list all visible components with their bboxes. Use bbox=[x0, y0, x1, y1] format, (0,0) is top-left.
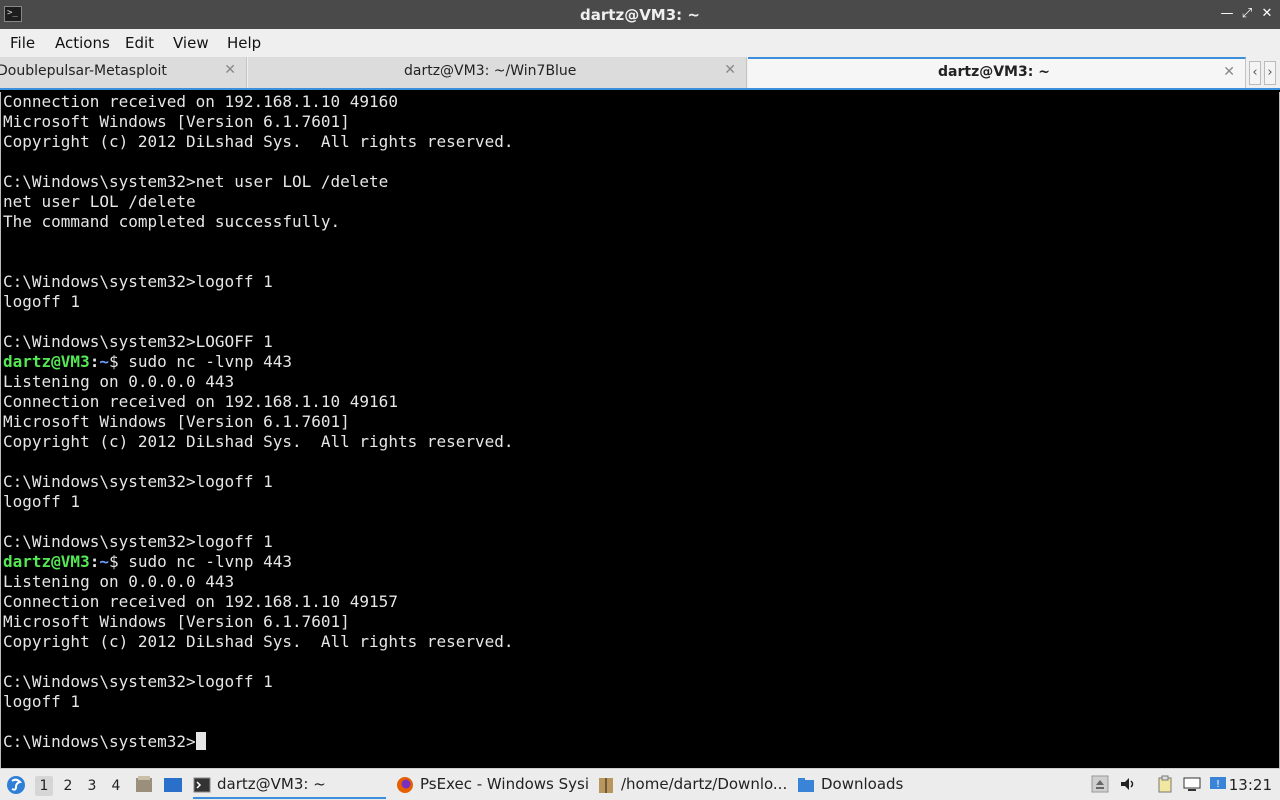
terminal-line: C:\Windows\system32>logoff 1 bbox=[3, 472, 273, 491]
tab-close-icon[interactable]: ✕ bbox=[224, 62, 236, 78]
maximize-icon[interactable]: ⤢ bbox=[1238, 5, 1256, 23]
task-firefox[interactable]: PsExec - Windows Sysi... bbox=[396, 771, 588, 799]
text-cursor bbox=[195, 732, 206, 750]
terminal-output[interactable]: Connection received on 192.168.1.10 4916… bbox=[0, 92, 1280, 768]
terminal-line: C:\Windows\system32>LOGOFF 1 bbox=[3, 332, 273, 351]
task-label: PsExec - Windows Sysi... bbox=[420, 775, 588, 793]
terminal-line: Connection received on 192.168.1.10 4915… bbox=[3, 592, 398, 611]
menu-actions[interactable]: Actions bbox=[55, 34, 110, 52]
prompt-path: ~ bbox=[99, 352, 109, 371]
terminal-line: net user LOL /delete bbox=[3, 192, 196, 211]
terminal-line: Copyright (c) 2012 DiLshad Sys. All righ… bbox=[3, 432, 514, 451]
tab-home[interactable]: dartz@VM3: ~ ✕ bbox=[748, 57, 1246, 88]
terminal-line: C:\Windows\system32> bbox=[3, 732, 206, 752]
tab-label: Doublepulsar-Metasploit bbox=[0, 63, 167, 79]
network-icon[interactable] bbox=[1183, 775, 1201, 793]
menu-file[interactable]: File bbox=[10, 34, 35, 52]
tab-label: dartz@VM3: ~/Win7Blue bbox=[404, 63, 577, 79]
update-icon[interactable]: ! bbox=[1209, 775, 1227, 793]
clipboard-icon[interactable] bbox=[1156, 775, 1174, 793]
terminal-line: Microsoft Windows [Version 6.1.7601] bbox=[3, 412, 350, 431]
archive-icon bbox=[597, 776, 615, 794]
minimize-icon[interactable]: — bbox=[1218, 5, 1236, 23]
prompt-separator: : bbox=[89, 552, 100, 571]
workspace-3[interactable]: 3 bbox=[83, 776, 101, 796]
tab-doublepulsar[interactable]: Doublepulsar-Metasploit ✕ bbox=[0, 57, 247, 88]
terminal-line: C:\Windows\system32>logoff 1 bbox=[3, 672, 273, 691]
terminal-line: logoff 1 bbox=[3, 292, 81, 311]
eject-icon[interactable] bbox=[1091, 775, 1109, 793]
menu-edit[interactable]: Edit bbox=[125, 34, 154, 52]
tab-win7blue[interactable]: dartz@VM3: ~/Win7Blue ✕ bbox=[248, 57, 747, 88]
menu-view[interactable]: View bbox=[173, 34, 209, 52]
prompt-text: C:\Windows\system32> bbox=[3, 732, 196, 751]
terminal-line: Listening on 0.0.0.0 443 bbox=[3, 372, 235, 391]
prompt-user: dartz@VM3 bbox=[3, 552, 90, 571]
task-label: /home/dartz/Downlo... bbox=[621, 775, 787, 793]
menu-bar: File Actions Edit View Help bbox=[0, 29, 1280, 57]
taskbar: 1 2 3 4 dartz@VM3: ~ PsExec - Windows Sy… bbox=[0, 768, 1280, 800]
tab-label: dartz@VM3: ~ bbox=[938, 64, 1050, 80]
prompt-path: ~ bbox=[99, 552, 109, 571]
terminal-line: Connection received on 192.168.1.10 4916… bbox=[3, 392, 398, 411]
tab-bar: Doublepulsar-Metasploit ✕ dartz@VM3: ~/W… bbox=[0, 57, 1280, 90]
tab-scroll-right-icon[interactable]: › bbox=[1264, 61, 1276, 85]
terminal-line: The command completed successfully. bbox=[3, 212, 341, 231]
file-manager-launcher-icon[interactable] bbox=[134, 769, 154, 800]
task-archive[interactable]: /home/dartz/Downlo... bbox=[597, 771, 787, 799]
close-icon[interactable]: ✕ bbox=[1258, 5, 1276, 23]
terminal-line: C:\Windows\system32>logoff 1 bbox=[3, 532, 273, 551]
title-bar: >_ dartz@VM3: ~ — ⤢ ✕ bbox=[0, 0, 1280, 29]
firefox-icon bbox=[396, 776, 414, 794]
task-downloads[interactable]: Downloads bbox=[797, 771, 907, 799]
tab-close-icon[interactable]: ✕ bbox=[1223, 64, 1235, 80]
terminal-line: C:\Windows\system32>net user LOL /delete bbox=[3, 172, 389, 191]
show-desktop-icon[interactable] bbox=[162, 769, 184, 800]
volume-icon[interactable] bbox=[1119, 775, 1137, 793]
terminal-line: Connection received on 192.168.1.10 4916… bbox=[3, 92, 398, 111]
prompt-command: $ sudo nc -lvnp 443 bbox=[108, 552, 293, 571]
task-label: dartz@VM3: ~ bbox=[217, 775, 326, 793]
svg-text:!: ! bbox=[1216, 779, 1220, 790]
prompt-user: dartz@VM3 bbox=[3, 352, 90, 371]
terminal-line: dartz@VM3:~$ sudo nc -lvnp 443 bbox=[3, 552, 292, 572]
prompt-separator: : bbox=[89, 352, 100, 371]
terminal-line: logoff 1 bbox=[3, 492, 81, 511]
terminal-line: Copyright (c) 2012 DiLshad Sys. All righ… bbox=[3, 132, 514, 151]
terminal-line: Listening on 0.0.0.0 443 bbox=[3, 572, 235, 591]
window-title: dartz@VM3: ~ bbox=[580, 6, 700, 24]
clock: 13:21 bbox=[1228, 776, 1272, 794]
terminal-line: Copyright (c) 2012 DiLshad Sys. All righ… bbox=[3, 632, 514, 651]
task-terminal[interactable]: dartz@VM3: ~ bbox=[193, 771, 386, 799]
terminal-line: logoff 1 bbox=[3, 692, 81, 711]
terminal-line: C:\Windows\system32>logoff 1 bbox=[3, 272, 273, 291]
folder-icon bbox=[797, 776, 815, 794]
terminal-line: dartz@VM3:~$ sudo nc -lvnp 443 bbox=[3, 352, 292, 372]
menu-help[interactable]: Help bbox=[227, 34, 261, 52]
terminal-line: Microsoft Windows [Version 6.1.7601] bbox=[3, 612, 350, 631]
tab-scroll-left-icon[interactable]: ‹ bbox=[1249, 61, 1261, 85]
workspace-4[interactable]: 4 bbox=[107, 776, 125, 796]
terminal-line: Microsoft Windows [Version 6.1.7601] bbox=[3, 112, 350, 131]
tab-close-icon[interactable]: ✕ bbox=[724, 62, 736, 78]
terminal-icon bbox=[193, 776, 211, 794]
prompt-command: $ sudo nc -lvnp 443 bbox=[108, 352, 293, 371]
workspace-2[interactable]: 2 bbox=[59, 776, 77, 796]
task-label: Downloads bbox=[821, 775, 904, 793]
start-menu-icon[interactable] bbox=[4, 769, 28, 800]
workspace-1[interactable]: 1 bbox=[35, 776, 53, 796]
